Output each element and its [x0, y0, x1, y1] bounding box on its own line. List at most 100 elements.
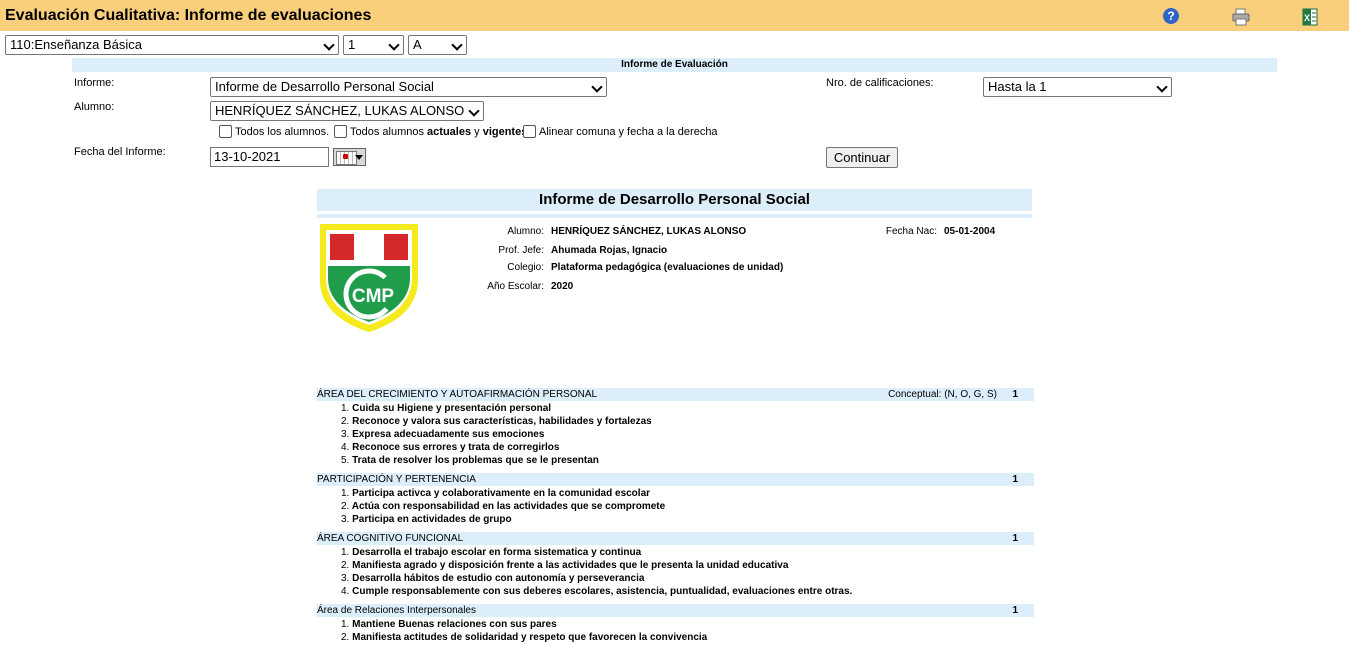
- item-text: Cuida su Higiene y presentación personal: [352, 403, 552, 414]
- anio-escolar-label: Año Escolar:: [487, 281, 544, 292]
- page-title: Evaluación Cualitativa: Informe de evalu…: [5, 7, 372, 24]
- list-item: 1. Cuida su Higiene y presentación perso…: [341, 403, 551, 414]
- section-header: Área de Relaciones Interpersonales 1: [317, 604, 1034, 617]
- alumno-select[interactable]: HENRÍQUEZ SÁNCHEZ, LUKAS ALONSO: [210, 101, 484, 121]
- colegio-value: Plataforma pedagógica (evaluaciones de u…: [551, 262, 784, 273]
- label-bold-actuales: actuales: [427, 125, 472, 138]
- alumno-select-value: HENRÍQUEZ SÁNCHEZ, LUKAS ALONSO: [215, 103, 465, 118]
- nro-calificaciones-select[interactable]: Hasta la 1: [983, 77, 1172, 97]
- label-bold-vigentes: vigentes: [482, 125, 528, 138]
- grade-select-value: 1: [348, 37, 356, 52]
- item-number: 2.: [341, 632, 350, 643]
- report-divider: [317, 214, 1032, 218]
- calendar-marker: [343, 154, 348, 159]
- help-icon[interactable]: ?: [1163, 8, 1179, 24]
- list-item: 2. Reconoce y valora sus características…: [341, 416, 652, 427]
- item-text: Reconoce y valora sus características, h…: [352, 416, 652, 427]
- printer-icon[interactable]: [1232, 8, 1250, 26]
- section-header: PARTICIPACIÓN Y PERTENENCIA 1: [317, 473, 1034, 486]
- fecha-nac-label: Fecha Nac:: [885, 226, 937, 237]
- section-select-value: A: [413, 37, 422, 52]
- checkbox-box[interactable]: [523, 125, 536, 138]
- alinear-label: Alinear comuna y fecha a la derecha: [539, 125, 718, 138]
- svg-text:X: X: [1304, 13, 1310, 23]
- calendar-picker-button[interactable]: [333, 148, 366, 166]
- item-text: Reconoce sus errores y trata de corregir…: [352, 442, 560, 453]
- item-number: 2.: [341, 416, 350, 427]
- section-col-value: 1: [1012, 389, 1018, 400]
- alumno-info-label: Alumno:: [507, 226, 544, 237]
- list-item: 3. Expresa adecuadamente sus emociones: [341, 429, 544, 440]
- checkbox-box[interactable]: [219, 125, 232, 138]
- alumno-label: Alumno:: [74, 101, 115, 113]
- list-item: 1. Desarrolla el trabajo escolar en form…: [341, 547, 641, 558]
- item-number: 1.: [341, 488, 350, 499]
- label-part: Todos alumnos: [350, 125, 428, 138]
- chevron-down-icon: [591, 81, 603, 93]
- item-number: 4.: [341, 586, 350, 597]
- item-number: 1.: [341, 403, 350, 414]
- section-title: PARTICIPACIÓN Y PERTENENCIA: [317, 474, 476, 485]
- section-col-value: 1: [1012, 605, 1018, 616]
- section-header: ÁREA DEL CRECIMIENTO Y AUTOAFIRMACIÓN PE…: [317, 388, 1034, 401]
- list-item: 3. Desarrolla hábitos de estudio con aut…: [341, 573, 644, 584]
- list-item: 1. Participa activca y colaborativamente…: [341, 488, 650, 499]
- informe-select[interactable]: Informe de Desarrollo Personal Social: [210, 77, 607, 97]
- level-select[interactable]: 110:Enseñanza Básica: [5, 35, 339, 55]
- item-number: 4.: [341, 442, 350, 453]
- alinear-checkbox[interactable]: Alinear comuna y fecha a la derecha: [523, 125, 718, 138]
- label-part: y: [471, 125, 483, 138]
- fecha-input[interactable]: 13-10-2021: [210, 147, 329, 167]
- todos-alumnos-label: Todos los alumnos.: [235, 125, 330, 138]
- report-title: Informe de Desarrollo Personal Social: [317, 189, 1032, 211]
- informe-select-value: Informe de Desarrollo Personal Social: [215, 79, 434, 94]
- item-text: Desarrolla el trabajo escolar en forma s…: [352, 547, 642, 558]
- continuar-button[interactable]: Continuar: [826, 147, 898, 168]
- list-item: 3. Participa en actividades de grupo: [341, 514, 512, 525]
- item-number: 2.: [341, 560, 350, 571]
- list-item: 4. Reconoce sus errores y trata de corre…: [341, 442, 559, 453]
- prof-jefe-value: Ahumada Rojas, Ignacio: [551, 245, 668, 256]
- item-text: Expresa adecuadamente sus emociones: [352, 429, 545, 440]
- item-number: 5.: [341, 455, 350, 466]
- item-number: 3.: [341, 573, 350, 584]
- item-text: Participa activca y colaborativamente en…: [352, 488, 651, 499]
- item-number: 3.: [341, 514, 350, 525]
- item-text: Mantiene Buenas relaciones con sus pares: [352, 619, 557, 630]
- item-number: 2.: [341, 501, 350, 512]
- section-header: ÁREA COGNITIVO FUNCIONAL 1: [317, 532, 1034, 545]
- nro-calificaciones-label: Nro. de calificaciones:: [826, 77, 934, 89]
- item-text: Cumple responsablemente con sus deberes …: [352, 586, 853, 597]
- list-item: 4. Cumple responsablemente con sus deber…: [341, 586, 852, 597]
- section-title: ÁREA COGNITIVO FUNCIONAL: [317, 533, 464, 544]
- dropdown-arrow-icon: [355, 155, 363, 160]
- section-select[interactable]: A: [408, 35, 467, 55]
- list-item: 1. Mantiene Buenas relaciones con sus pa…: [341, 619, 557, 630]
- informe-label: Informe:: [74, 77, 115, 89]
- alumno-info-value: HENRÍQUEZ SÁNCHEZ, LUKAS ALONSO: [551, 226, 747, 237]
- level-select-value: 110:Enseñanza Básica: [10, 37, 143, 52]
- item-text: Actúa con responsabilidad en las activid…: [351, 501, 666, 512]
- nro-calificaciones-value: Hasta la 1: [988, 79, 1047, 94]
- chevron-down-icon: [323, 39, 335, 51]
- alumnos-vigentes-checkbox[interactable]: Todos alumnos actuales y vigentes: [334, 125, 527, 138]
- excel-export-icon[interactable]: X: [1302, 8, 1318, 26]
- list-item: 5. Trata de resolver los problemas que s…: [341, 455, 599, 466]
- section-title: ÁREA DEL CRECIMIENTO Y AUTOAFIRMACIÓN PE…: [317, 389, 598, 400]
- grade-select[interactable]: 1: [343, 35, 404, 55]
- alumnos-vigentes-label: Todos alumnos actuales y vigentes: [350, 126, 527, 138]
- item-text: Manifiesta actitudes de solidaridad y re…: [352, 632, 708, 643]
- chevron-down-icon: [468, 105, 480, 117]
- colegio-label: Colegio:: [507, 262, 544, 273]
- fecha-nac-value: 05-01-2004: [944, 226, 996, 237]
- list-item: 2. Actúa con responsabilidad en las acti…: [341, 501, 665, 512]
- chevron-down-icon: [451, 39, 463, 51]
- item-text: Manifiesta agrado y disposición frente a…: [352, 560, 789, 571]
- checkbox-box[interactable]: [334, 125, 347, 138]
- title-bar: Evaluación Cualitativa: Informe de evalu…: [0, 0, 1349, 31]
- todos-alumnos-checkbox[interactable]: Todos los alumnos.: [219, 125, 329, 138]
- item-number: 3.: [341, 429, 350, 440]
- chevron-down-icon: [388, 39, 400, 51]
- chevron-down-icon: [1156, 81, 1168, 93]
- list-item: 2. Manifiesta actitudes de solidaridad y…: [341, 632, 707, 643]
